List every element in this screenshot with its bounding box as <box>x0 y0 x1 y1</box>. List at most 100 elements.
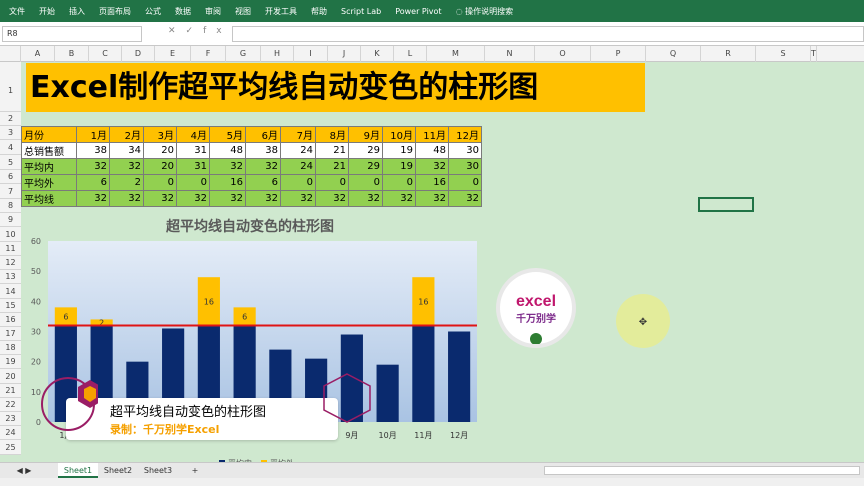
column-header-D[interactable]: D <box>122 46 155 62</box>
row-header-19[interactable]: 19 <box>0 355 21 369</box>
table-cell[interactable]: 38 <box>76 142 110 159</box>
table-cell[interactable]: 32 <box>143 190 177 207</box>
row-label[interactable]: 平均外 <box>21 174 77 191</box>
row-header-13[interactable]: 13 <box>0 270 21 284</box>
row-label[interactable]: 总销售额 <box>21 142 77 159</box>
table-cell[interactable]: 2 <box>109 174 144 191</box>
row-header-8[interactable]: 8 <box>0 199 21 213</box>
table-cell[interactable]: 29 <box>348 142 383 159</box>
table-cell[interactable]: 32 <box>209 190 246 207</box>
ribbon-tab-8[interactable]: 开发工具 <box>265 6 297 17</box>
name-box[interactable]: R8 <box>2 26 142 42</box>
ribbon-tab-0[interactable]: 文件 <box>9 6 25 17</box>
row-header-12[interactable]: 12 <box>0 256 21 270</box>
row-header-9[interactable]: 9 <box>0 213 21 227</box>
table-cell[interactable]: 21 <box>315 158 349 175</box>
select-all-corner[interactable] <box>0 46 21 62</box>
column-header-F[interactable]: F <box>191 46 226 62</box>
table-cell[interactable]: 32 <box>280 190 316 207</box>
row-header-20[interactable]: 20 <box>0 369 21 384</box>
add-sheet-button[interactable]: + <box>186 463 204 478</box>
table-cell[interactable]: 16 <box>415 174 449 191</box>
table-cell[interactable]: 6 <box>76 174 110 191</box>
row-header-25[interactable]: 25 <box>0 440 21 455</box>
row-header-11[interactable]: 11 <box>0 242 21 256</box>
fx-label[interactable]: fx <box>203 26 232 36</box>
ribbon-tab-6[interactable]: 审阅 <box>205 6 221 17</box>
table-cell[interactable]: 32 <box>109 158 144 175</box>
table-cell[interactable]: 24 <box>280 158 316 175</box>
table-cell[interactable]: 3月 <box>143 126 177 143</box>
table-cell[interactable]: 30 <box>448 158 482 175</box>
row-header-10[interactable]: 10 <box>0 227 21 242</box>
table-cell[interactable]: 11月 <box>415 126 449 143</box>
horizontal-scrollbar[interactable] <box>544 466 860 475</box>
table-cell[interactable]: 32 <box>176 190 210 207</box>
column-header-G[interactable]: G <box>226 46 261 62</box>
table-cell[interactable]: 0 <box>448 174 482 191</box>
column-header-O[interactable]: O <box>535 46 591 62</box>
table-cell[interactable]: 32 <box>76 158 110 175</box>
table-cell[interactable]: 24 <box>280 142 316 159</box>
sheet-tab-Sheet3[interactable]: Sheet3 <box>138 463 178 478</box>
row-label[interactable]: 月份 <box>21 126 77 143</box>
row-header-4[interactable]: 4 <box>0 140 21 155</box>
table-cell[interactable]: 0 <box>176 174 210 191</box>
row-header-14[interactable]: 14 <box>0 284 21 299</box>
column-header-H[interactable]: H <box>261 46 294 62</box>
row-header-6[interactable]: 6 <box>0 170 21 184</box>
table-cell[interactable]: 32 <box>245 158 281 175</box>
table-cell[interactable]: 5月 <box>209 126 246 143</box>
ribbon-tab-11[interactable]: Power Pivot <box>395 7 441 16</box>
row-header-3[interactable]: 3 <box>0 126 21 140</box>
column-header-I[interactable]: I <box>294 46 328 62</box>
column-header-N[interactable]: N <box>485 46 535 62</box>
table-cell[interactable]: 10月 <box>382 126 416 143</box>
ribbon-tab-7[interactable]: 视图 <box>235 6 251 17</box>
table-cell[interactable]: 48 <box>415 142 449 159</box>
table-cell[interactable]: 32 <box>315 190 349 207</box>
table-cell[interactable]: 0 <box>348 174 383 191</box>
table-cell[interactable]: 0 <box>280 174 316 191</box>
column-header-T[interactable]: T <box>811 46 817 62</box>
row-label[interactable]: 平均内 <box>21 158 77 175</box>
table-cell[interactable]: 2月 <box>109 126 144 143</box>
table-cell[interactable]: 32 <box>245 190 281 207</box>
table-cell[interactable]: 32 <box>448 190 482 207</box>
ribbon-tab-9[interactable]: 帮助 <box>311 6 327 17</box>
sheet-nav-arrows[interactable]: ◀ ▶ <box>4 463 44 478</box>
table-cell[interactable]: 32 <box>76 190 110 207</box>
table-cell[interactable]: 6月 <box>245 126 281 143</box>
table-cell[interactable]: 32 <box>348 190 383 207</box>
column-header-J[interactable]: J <box>328 46 361 62</box>
row-header-1[interactable]: 1 <box>0 62 21 112</box>
ribbon-tab-10[interactable]: Script Lab <box>341 7 381 16</box>
table-cell[interactable]: 32 <box>109 190 144 207</box>
selected-cell[interactable] <box>698 197 754 212</box>
table-cell[interactable]: 6 <box>245 174 281 191</box>
table-cell[interactable]: 29 <box>348 158 383 175</box>
row-header-17[interactable]: 17 <box>0 327 21 341</box>
table-cell[interactable]: 0 <box>315 174 349 191</box>
table-cell[interactable]: 30 <box>448 142 482 159</box>
table-cell[interactable]: 19 <box>382 158 416 175</box>
table-cell[interactable]: 32 <box>209 158 246 175</box>
column-header-E[interactable]: E <box>155 46 191 62</box>
ribbon-tab-3[interactable]: 页面布局 <box>99 6 131 17</box>
ribbon-tab-4[interactable]: 公式 <box>145 6 161 17</box>
row-header-16[interactable]: 16 <box>0 313 21 327</box>
formula-input[interactable] <box>232 26 864 42</box>
row-header-21[interactable]: 21 <box>0 384 21 398</box>
table-cell[interactable]: 48 <box>209 142 246 159</box>
ribbon-search[interactable]: ◌ 操作说明搜索 <box>456 6 514 17</box>
row-header-5[interactable]: 5 <box>0 155 21 170</box>
row-label[interactable]: 平均线 <box>21 190 77 207</box>
row-header-15[interactable]: 15 <box>0 299 21 313</box>
column-header-M[interactable]: M <box>427 46 485 62</box>
column-header-S[interactable]: S <box>756 46 811 62</box>
column-header-A[interactable]: A <box>21 46 55 62</box>
table-cell[interactable]: 32 <box>382 190 416 207</box>
ribbon-tab-1[interactable]: 开始 <box>39 6 55 17</box>
table-cell[interactable]: 20 <box>143 158 177 175</box>
column-header-C[interactable]: C <box>89 46 122 62</box>
